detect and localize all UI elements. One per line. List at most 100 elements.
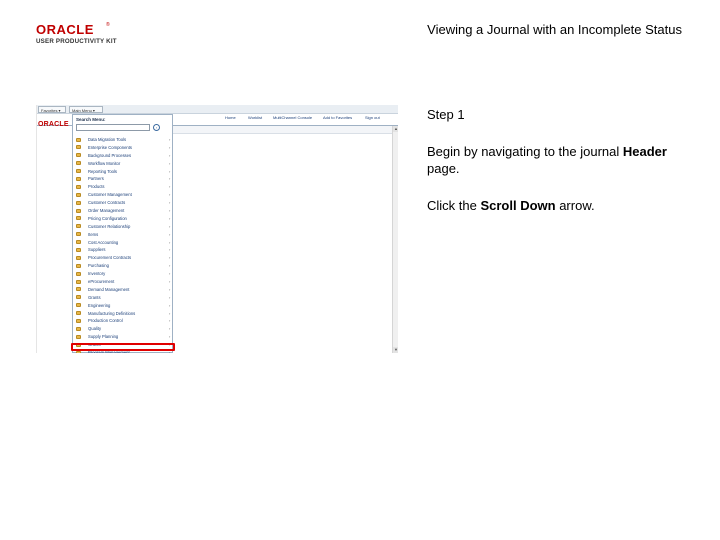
nav-link-sign-out[interactable]: Sign out	[365, 115, 380, 120]
menu-item[interactable]: Quality ›	[73, 325, 173, 333]
chevron-right-icon: ›	[169, 334, 171, 340]
menu-item[interactable]: Partners ›	[73, 175, 173, 183]
chevron-right-icon: ›	[169, 160, 171, 166]
menu-item[interactable]: Data Migration Tools ›	[73, 136, 173, 144]
nav-link-worklist[interactable]: Worklist	[248, 115, 262, 120]
scroll-down-arrow[interactable]: ▼	[393, 347, 398, 353]
chevron-right-icon: ›	[169, 168, 171, 174]
oracle-mini-logo: ORACLE	[38, 121, 69, 128]
folder-icon	[76, 145, 81, 150]
folder-icon	[76, 279, 81, 284]
menu-item[interactable]: Grants ›	[73, 294, 173, 302]
chevron-right-icon: ›	[169, 223, 171, 229]
menu-item[interactable]: Products ›	[73, 183, 173, 191]
page-title: Viewing a Journal with an Incomplete Sta…	[427, 22, 682, 37]
scrollbar[interactable]: ▲ ▼	[392, 126, 398, 353]
nav-link-add-to-favorites[interactable]: Add to Favorites	[323, 115, 352, 120]
menu-item-label: Background Processes	[88, 152, 132, 158]
menu-item-label: Customer Relationship	[88, 223, 131, 229]
nav-link-home[interactable]: Home	[225, 115, 236, 120]
menu-item-label: Purchasing	[88, 263, 109, 269]
top-menu-bar: Favorites ▾ Main Menu ▾	[37, 105, 398, 114]
menu-item[interactable]: eProcurement ›	[73, 278, 173, 286]
menu-item-label: Production Control	[88, 318, 123, 324]
favorites-menu-button[interactable]: Favorites ▾	[38, 106, 66, 113]
folder-icon	[76, 161, 81, 166]
menu-item-label: Reporting Tools	[88, 168, 118, 174]
menu-list: Data Migration Tools › Enterprise Componen…	[73, 136, 173, 353]
instruction-text: page.	[427, 161, 460, 176]
menu-item[interactable]: Procurement Contracts ›	[73, 254, 173, 262]
menu-item[interactable]: Demand Management ›	[73, 286, 173, 294]
menu-item[interactable]: Pricing Configuration ›	[73, 215, 173, 223]
folder-icon	[76, 240, 81, 245]
menu-item-label: Demand Management	[88, 286, 130, 292]
folder-icon	[76, 326, 81, 331]
menu-item[interactable]: Cost Accounting ›	[73, 239, 173, 247]
chevron-right-icon: ›	[169, 271, 171, 277]
menu-item[interactable]: Order Management ›	[73, 207, 173, 215]
oracle-upk-logo: ORACLE ® USER PRODUCTIVITY KIT	[36, 22, 136, 48]
menu-item-label: Inventory	[88, 271, 106, 277]
chevron-right-icon: ›	[169, 152, 171, 158]
application-screenshot: Favorites ▾ Main Menu ▾ ORACLE Home Work…	[36, 105, 398, 353]
logo-registered-mark: ®	[106, 22, 110, 28]
menu-item[interactable]: Reporting Tools ›	[73, 168, 173, 176]
menu-item[interactable]: Engineering ›	[73, 302, 173, 310]
menu-item[interactable]: Purchasing ›	[73, 262, 173, 270]
menu-item[interactable]: Enterprise Components ›	[73, 144, 173, 152]
instruction-bold-header: Header	[622, 144, 667, 159]
folder-icon	[76, 232, 81, 237]
menu-item[interactable]: Inventory ›	[73, 270, 173, 278]
main-menu-button[interactable]: Main Menu ▾	[69, 106, 103, 113]
menu-item[interactable]: Production Control ›	[73, 317, 173, 325]
menu-item-label: Data Migration Tools	[88, 137, 127, 142]
menu-item[interactable]: Customer Contracts ›	[73, 199, 173, 207]
folder-icon	[76, 334, 81, 339]
menu-item-label: Pricing Configuration	[88, 215, 127, 221]
folder-icon	[76, 318, 81, 323]
folder-icon	[76, 287, 81, 292]
folder-icon	[76, 184, 81, 189]
instruction-text: Begin by navigating to the journal	[427, 144, 623, 159]
menu-item[interactable]: Customer Management ›	[73, 191, 173, 199]
menu-item-label: Items	[88, 231, 99, 237]
menu-item-label: Customer Contracts	[88, 200, 126, 206]
menu-item-label: Manufacturing Definitions	[88, 310, 136, 316]
menu-item[interactable]: Background Processes ›	[73, 152, 173, 160]
scroll-down-highlight[interactable]	[71, 343, 175, 351]
menu-item-label: Partners	[88, 176, 104, 182]
folder-icon	[76, 137, 81, 142]
scroll-up-arrow[interactable]: ▲	[393, 126, 398, 132]
chevron-right-icon: ›	[169, 231, 171, 237]
menu-item[interactable]: Items ›	[73, 231, 173, 239]
menu-item[interactable]: Workflow Monitor ›	[73, 160, 173, 168]
chevron-right-icon: ›	[169, 239, 171, 245]
chevron-right-icon: ›	[169, 279, 171, 285]
chevron-right-circle-icon[interactable]: ›	[153, 124, 160, 131]
search-menu-label: Search Menu:	[76, 117, 106, 122]
menu-item-label: Order Management	[88, 208, 125, 214]
folder-icon	[76, 303, 81, 308]
menu-item-label: Products	[88, 184, 105, 190]
folder-icon	[76, 224, 81, 229]
chevron-right-icon: ›	[169, 137, 171, 142]
menu-item[interactable]: Customer Relationship ›	[73, 223, 173, 231]
menu-item[interactable]: Suppliers ›	[73, 246, 173, 254]
chevron-right-icon: ›	[169, 200, 171, 206]
menu-item-label: Customer Management	[88, 192, 132, 198]
nav-link-multichannel-console[interactable]: MultiChannel Console	[273, 115, 312, 120]
menu-item[interactable]: Supply Planning ›	[73, 333, 173, 341]
folder-icon	[76, 271, 81, 276]
instruction-bold-scroll-down: Scroll Down	[480, 198, 556, 213]
folder-icon	[76, 208, 81, 213]
folder-icon	[76, 169, 81, 174]
menu-item[interactable]: Manufacturing Definitions ›	[73, 310, 173, 318]
menu-item-label: Procurement Contracts	[88, 255, 132, 261]
folder-icon	[76, 176, 81, 181]
folder-icon	[76, 255, 81, 260]
search-menu-input[interactable]	[76, 124, 150, 131]
chevron-right-icon: ›	[169, 302, 171, 308]
main-menu-dropdown: Search Menu: › Data Migration Tools › Ente…	[72, 114, 173, 353]
chevron-right-icon: ›	[169, 144, 171, 150]
